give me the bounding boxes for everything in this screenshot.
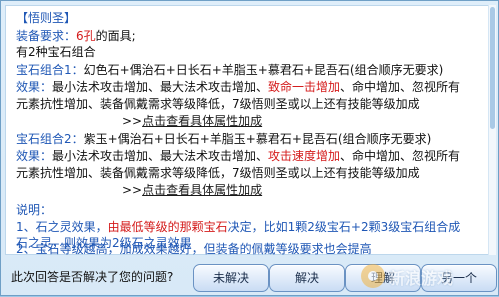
requirement-label: 装备要求： — [16, 29, 77, 43]
combo2-gems-line: 宝石组合2：紫玉+偶治石+日长石+羊脂玉+慕君石+昆吾石(组合顺序无要求) — [16, 131, 431, 147]
combo2-detail-link[interactable]: >>点击查看具体属性加成 — [122, 182, 262, 198]
requirement-suffix: 的面具; — [95, 29, 136, 43]
requirement-value: 6孔 — [76, 29, 96, 43]
combo1-effect-line2: 元素抗性增加、装备佩戴需求等级降低，7级悟则圣或以上还有技能等级加成 — [16, 97, 420, 111]
combo1-label: 宝石组合1： — [16, 63, 84, 77]
combo2-effect-line2: 元素抗性增加、装备佩戴需求等级降低，7级悟则圣或以上还有技能等级加成 — [16, 166, 420, 180]
combo1-effect-label: 效果： — [16, 80, 53, 94]
combo2-effect-b: 、命中增加、忽视所有 — [340, 149, 461, 163]
combo1-link-prefix: >> — [122, 114, 143, 128]
combo2-effect-line: 效果：最小法术攻击增加、最大法术攻击增加、攻击速度增加、命中增加、忽视所有 — [16, 148, 460, 164]
note1-a: 1、石之灵效果， — [16, 220, 108, 234]
resolved-button[interactable]: 解决 — [269, 264, 345, 292]
feedback-question: 此次回答是否解决了您的问题? — [11, 270, 174, 284]
combo2-effect-highlight: 攻击速度增加 — [268, 149, 341, 163]
combo1-gems-line: 宝石组合1：幻色石+偶治石+日长石+羊脂玉+慕君石+昆吾石(组合顺序无要求) — [16, 62, 443, 78]
answer-content: 【悟则圣】 装备要求：6孔的面具; 有2种宝石组合 宝石组合1：幻色石+偶治石+… — [5, 5, 489, 255]
combo2-effect-a: 最小法术攻击增加、最大法术攻击增加、 — [52, 149, 269, 163]
combo1-detail-link[interactable]: >>点击查看具体属性加成 — [122, 113, 262, 129]
note1-b: 决定，比如1颗2级宝石+2颗3级宝石组合成 — [227, 220, 461, 234]
combo1-link-text[interactable]: 点击查看具体属性加成 — [142, 114, 262, 128]
requirement-line: 装备要求：6孔的面具; — [16, 28, 136, 44]
combo2-link-text[interactable]: 点击查看具体属性加成 — [142, 183, 262, 197]
combo2-link-prefix: >> — [122, 183, 143, 197]
combo2-label: 宝石组合2： — [16, 132, 84, 146]
combo1-effect-b: 、命中增加、忽视所有 — [340, 80, 461, 94]
combo1-effect-line: 效果：最小法术攻击增加、最大法术攻击增加、致命一击增加、命中增加、忽视所有 — [16, 79, 460, 95]
sina-eye-icon — [361, 264, 385, 288]
note1-highlight: 由最低等级的那颗宝石 — [107, 220, 228, 234]
unresolved-button[interactable]: 未解决 — [193, 264, 269, 292]
scrollbar-thumb[interactable] — [490, 7, 495, 129]
help-dialog: 【悟则圣】 装备要求：6孔的面具; 有2种宝石组合 宝石组合1：幻色石+偶治石+… — [0, 0, 499, 296]
note2-line: 2、宝石等级越高，加成效果越好，但装备的佩戴等级要求也会提高 — [16, 242, 372, 256]
combo2-effect-label: 效果： — [16, 149, 53, 163]
watermark-text: 新浪游戏 — [389, 269, 454, 288]
combo-intro: 有2种宝石组合 — [16, 45, 96, 59]
combo2-gems: 紫玉+偶治石+日长石+羊脂玉+慕君石+昆吾石(组合顺序无要求) — [83, 132, 432, 146]
scrollbar[interactable] — [488, 5, 496, 255]
combo1-gems: 幻色石+偶治石+日长石+羊脂玉+慕君石+昆吾石(组合顺序无要求) — [83, 63, 444, 77]
item-title: 【悟则圣】 — [16, 11, 77, 25]
combo1-effect-a: 最小法术攻击增加、最大法术攻击增加、 — [52, 80, 269, 94]
sina-games-watermark: 新浪游戏 — [361, 261, 499, 291]
notes-label: 说明： — [16, 203, 53, 217]
note1-line: 1、石之灵效果，由最低等级的那颗宝石决定，比如1颗2级宝石+2颗3级宝石组合成 — [16, 219, 460, 235]
combo1-effect-highlight: 致命一击增加 — [268, 80, 341, 94]
